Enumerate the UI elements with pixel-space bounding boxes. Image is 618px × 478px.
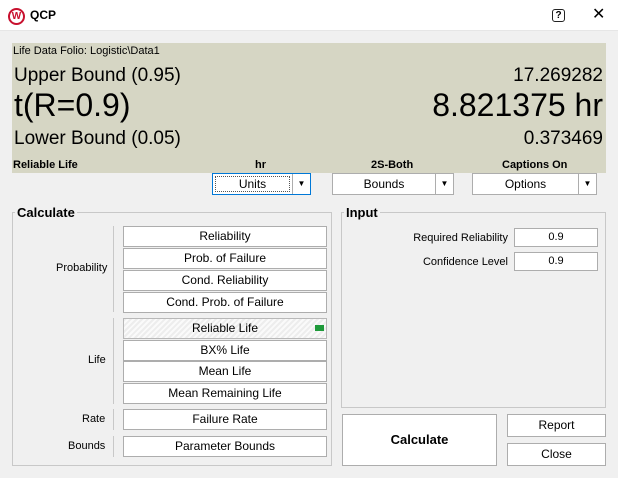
input-group-title: Input [344,205,380,220]
mean-life-button[interactable]: Mean Life [123,361,327,382]
mean-remaining-life-button[interactable]: Mean Remaining Life [123,383,327,404]
cond-prob-failure-button[interactable]: Cond. Prob. of Failure [123,292,327,313]
rate-category-label: Rate [82,413,106,425]
help-icon[interactable]: ? [552,9,565,22]
folio-path: Life Data Folio: Logistic\Data1 [13,45,160,57]
parameter-bounds-button[interactable]: Parameter Bounds [123,436,327,457]
probability-separator [113,226,114,312]
results-panel: Life Data Folio: Logistic\Data1 Upper Bo… [12,43,606,173]
bounds-dropdown[interactable]: Bounds ▼ [332,173,454,195]
units-dropdown-label: Units [215,176,290,192]
rate-separator [113,409,114,430]
reliable-life-button[interactable]: Reliable Life [123,318,327,339]
chevron-down-icon[interactable]: ▼ [435,174,453,194]
calculate-button[interactable]: Calculate [342,414,497,466]
required-reliability-input[interactable]: 0.9 [514,228,598,247]
lower-bound-value: 0.373469 [523,128,603,149]
app-logo-icon: W [8,8,25,25]
reliability-button[interactable]: Reliability [123,226,327,247]
report-button[interactable]: Report [507,414,606,437]
reliable-life-label: Reliable Life [191,321,259,335]
result-value: 8.821375 hr [432,87,603,123]
options-dropdown-label: Options [504,177,547,191]
status-units: hr [255,159,266,171]
result-label: t(R=0.9) [14,87,131,123]
chevron-down-icon[interactable]: ▼ [292,174,310,194]
close-icon[interactable]: ✕ [592,6,605,24]
required-reliability-label: Required Reliability [413,232,508,244]
bounds-dropdown-label: Bounds [363,177,405,191]
cond-reliability-button[interactable]: Cond. Reliability [123,270,327,291]
prob-failure-button[interactable]: Prob. of Failure [123,248,327,269]
status-method: Reliable Life [13,159,78,171]
failure-rate-button[interactable]: Failure Rate [123,409,327,430]
bx-life-button[interactable]: BX% Life [123,340,327,361]
window-title: QCP [30,8,57,22]
confidence-level-label: Confidence Level [422,256,508,268]
close-button[interactable]: Close [507,443,606,466]
lower-bound-label: Lower Bound (0.05) [14,128,181,149]
bounds-separator [113,436,114,457]
status-bounds: 2S-Both [371,159,414,171]
life-category-label: Life [88,354,106,366]
probability-category-label: Probability [56,262,108,274]
title-bar: W QCP ? ✕ [0,0,618,31]
life-separator [113,318,114,404]
status-captions: Captions On [502,159,568,171]
chevron-down-icon[interactable]: ▼ [578,174,596,194]
upper-bound-label: Upper Bound (0.95) [14,65,181,86]
confidence-level-input[interactable]: 0.9 [514,252,598,271]
bounds-category-label: Bounds [68,440,106,452]
units-dropdown[interactable]: Units ▼ [212,173,311,195]
selected-indicator-icon [315,325,324,331]
calculate-group-title: Calculate [15,205,77,220]
upper-bound-value: 17.269282 [513,65,603,86]
options-dropdown[interactable]: Options ▼ [472,173,597,195]
